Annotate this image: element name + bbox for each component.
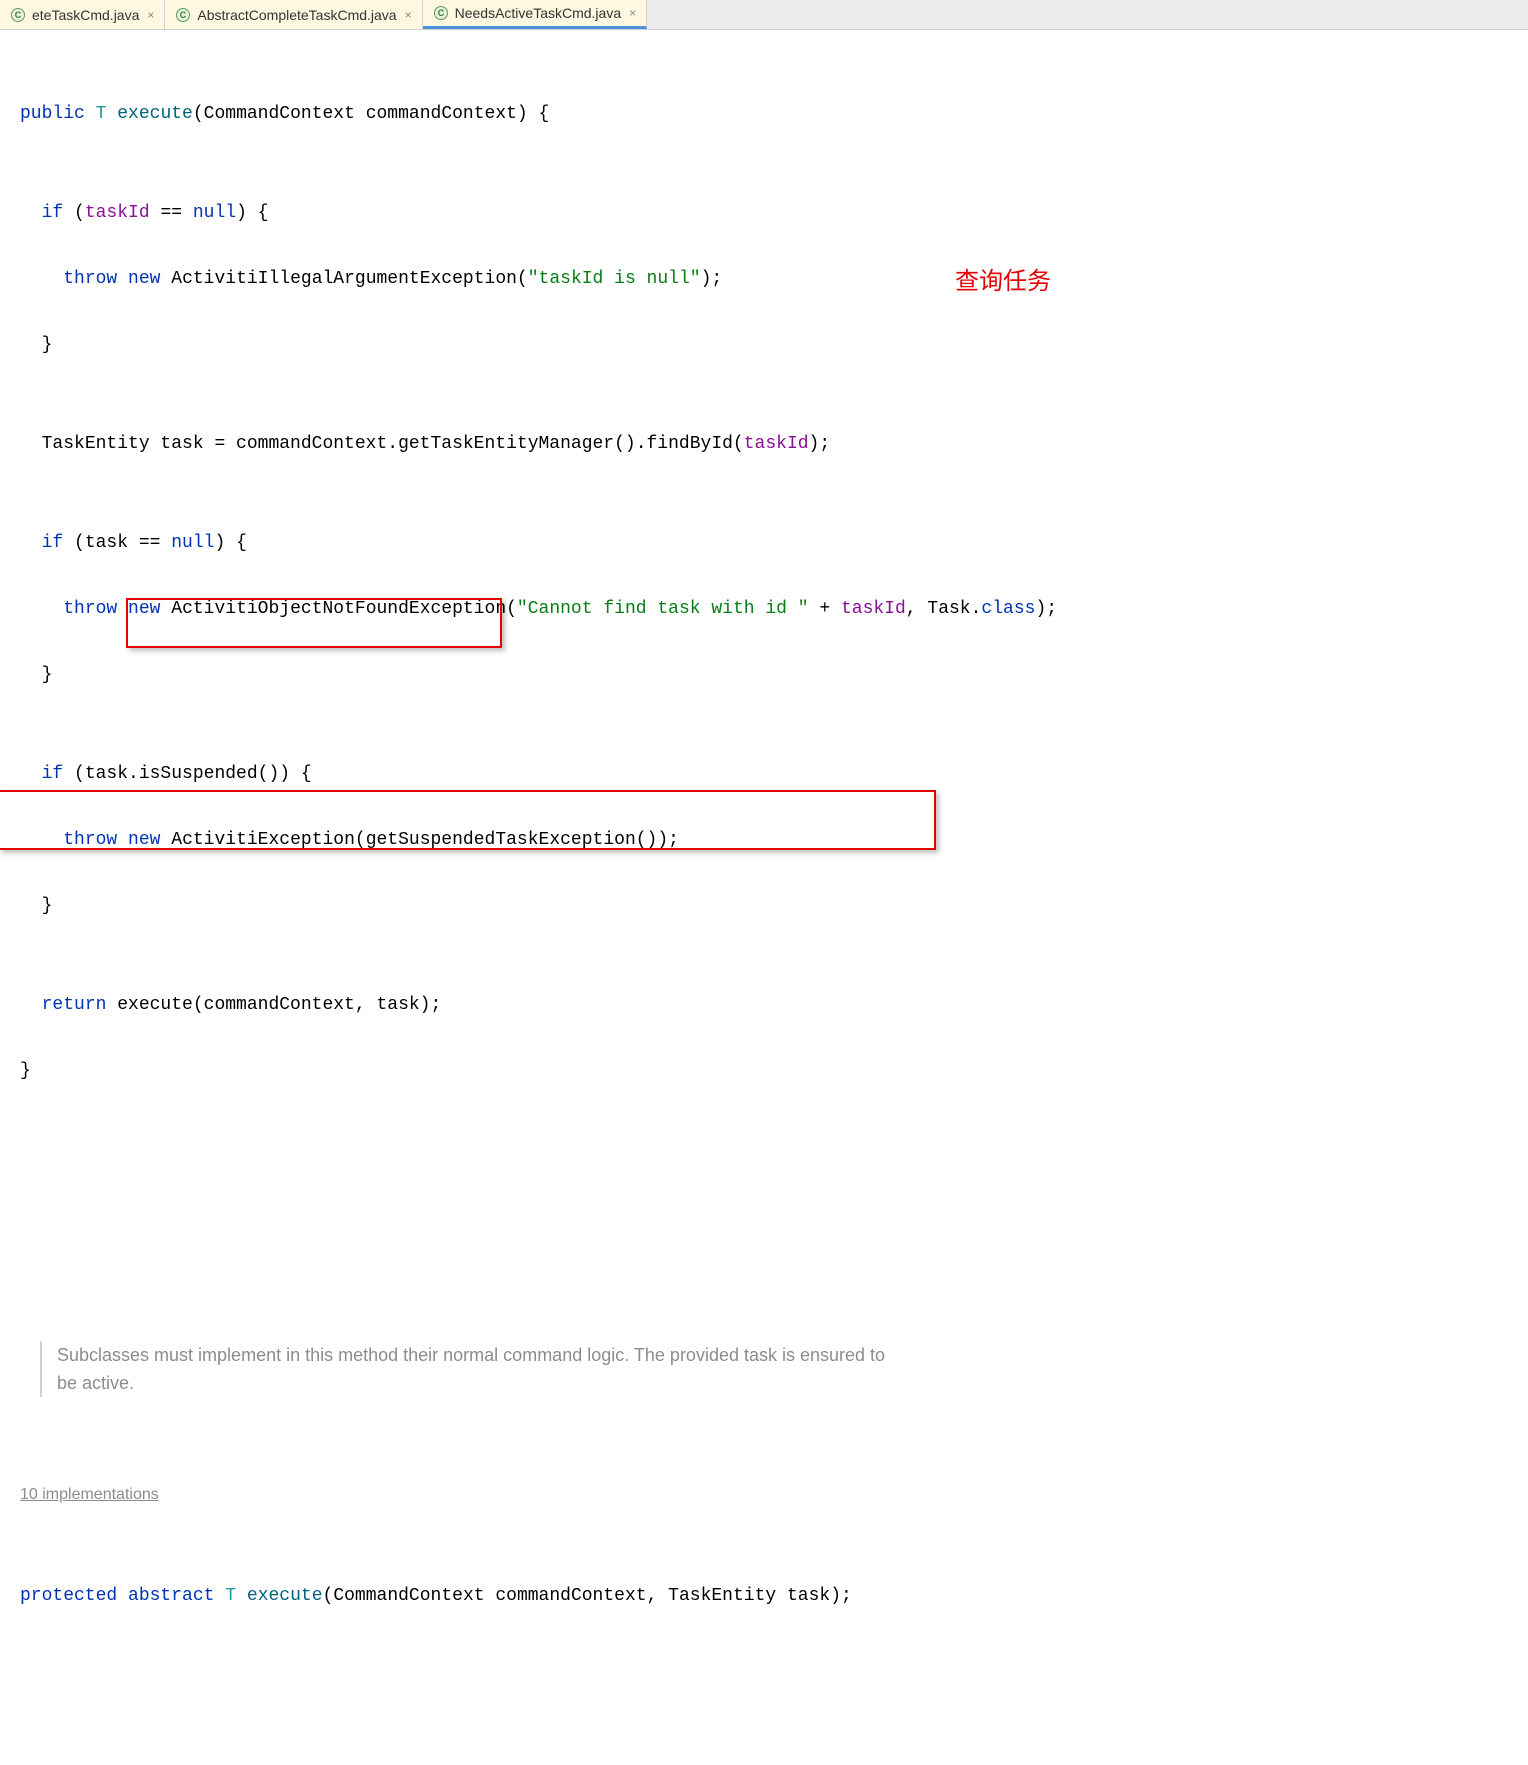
code-line: if (task == null) { bbox=[20, 527, 1508, 560]
code-line: throw new ActivitiIllegalArgumentExcepti… bbox=[20, 263, 1508, 296]
code-line: } bbox=[20, 890, 1508, 923]
tab-label: NeedsActiveTaskCmd.java bbox=[455, 5, 622, 21]
code-line: if (task.isSuspended()) { bbox=[20, 758, 1508, 791]
code-line: } bbox=[20, 659, 1508, 692]
java-class-icon: C bbox=[175, 7, 191, 23]
code-editor[interactable]: public T execute(CommandContext commandC… bbox=[0, 30, 1528, 1765]
javadoc-comment: Subclasses must implement in this method… bbox=[40, 1341, 910, 1397]
close-icon[interactable]: × bbox=[405, 8, 412, 22]
code-line: return execute(commandContext, task); bbox=[20, 989, 1508, 1022]
code-line: if (taskId == null) { bbox=[20, 197, 1508, 230]
code-line: protected abstract T execute(CommandCont… bbox=[20, 1580, 1508, 1613]
tab-label: AbstractCompleteTaskCmd.java bbox=[197, 7, 396, 23]
tab-abstractcompletetaskcmd[interactable]: C AbstractCompleteTaskCmd.java × bbox=[165, 0, 422, 29]
close-icon[interactable]: × bbox=[147, 8, 154, 22]
code-line: public T execute(CommandContext commandC… bbox=[20, 98, 1508, 131]
tab-label: eteTaskCmd.java bbox=[32, 7, 139, 23]
tab-needsactivetaskcmd[interactable]: C NeedsActiveTaskCmd.java × bbox=[423, 0, 648, 29]
code-line: } bbox=[20, 329, 1508, 362]
code-line: } bbox=[20, 1055, 1508, 1088]
code-line: throw new ActivitiObjectNotFoundExceptio… bbox=[20, 593, 1508, 626]
java-class-icon: C bbox=[433, 5, 449, 21]
java-class-icon: C bbox=[10, 7, 26, 23]
implementations-hint[interactable]: 10 implementations bbox=[20, 1478, 1508, 1511]
code-line: throw new ActivitiException(getSuspended… bbox=[20, 824, 1508, 857]
svg-text:C: C bbox=[180, 10, 187, 20]
annotation-query-task: 查询任务 bbox=[955, 265, 1051, 298]
tab-bar: C eteTaskCmd.java × C AbstractCompleteTa… bbox=[0, 0, 1528, 30]
close-icon[interactable]: × bbox=[629, 6, 636, 20]
svg-text:C: C bbox=[437, 8, 444, 18]
code-line: TaskEntity task = commandContext.getTask… bbox=[20, 428, 1508, 461]
svg-text:C: C bbox=[15, 10, 22, 20]
tab-etetaskcmd[interactable]: C eteTaskCmd.java × bbox=[0, 0, 165, 29]
